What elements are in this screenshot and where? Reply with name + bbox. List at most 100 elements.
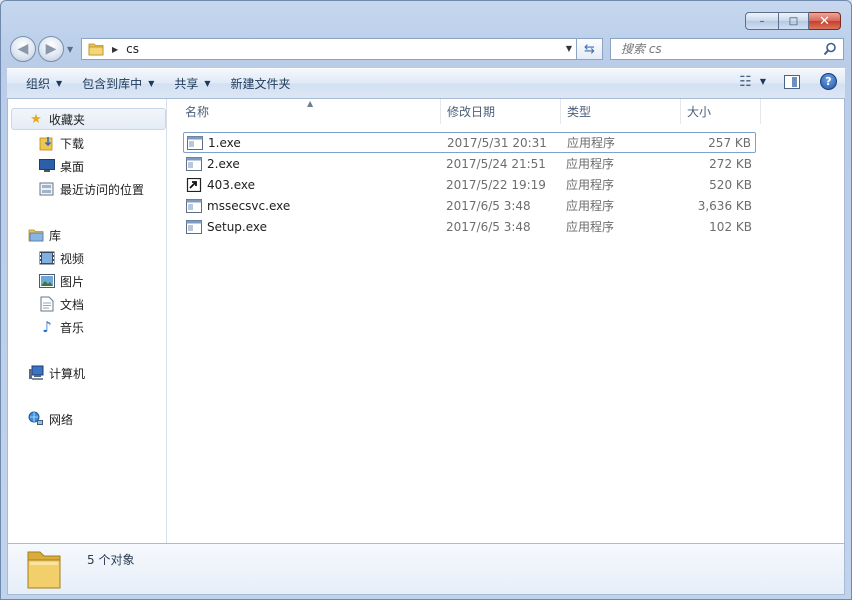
file-date: 2017/6/5 3:48 — [446, 198, 531, 213]
nav-computer[interactable]: 计算机 — [28, 362, 85, 384]
forward-button[interactable]: ▶ — [38, 36, 64, 62]
view-dropdown[interactable]: ▼ — [760, 77, 766, 86]
nav-libraries[interactable]: 库 — [28, 224, 61, 246]
details-pane: 5 个对象 — [7, 543, 845, 595]
preview-pane-icon[interactable] — [784, 74, 800, 89]
minimize-button[interactable]: – — [745, 12, 779, 30]
breadcrumb-arrow-icon[interactable]: ▶ — [112, 45, 118, 54]
column-size[interactable]: 大小 — [681, 99, 761, 124]
exe-window-icon — [186, 219, 202, 234]
column-date[interactable]: 修改日期 — [441, 99, 561, 124]
share-label: 共享 — [174, 77, 199, 91]
nav-videos[interactable]: 视频 — [39, 247, 84, 269]
nav-documents[interactable]: 文档 — [39, 293, 84, 315]
column-size-label: 大小 — [687, 105, 712, 119]
navigation-bar: ◀ ▶ ▼ ▶ cs ▼ ⇆ — [9, 36, 844, 62]
organize-menu[interactable]: 组织 ▼ — [16, 69, 72, 98]
recent-places-icon — [39, 181, 55, 197]
search-icon[interactable] — [823, 42, 837, 56]
content-area: ★ 收藏夹 下载 桌面 最近访问的位置 库 视频 图片 文档 ♪ 音乐 计算机 … — [7, 99, 845, 543]
file-type: 应用程序 — [566, 220, 615, 234]
refresh-button[interactable]: ⇆ — [577, 38, 603, 60]
address-dropdown[interactable]: ▼ — [566, 44, 572, 53]
nav-music[interactable]: ♪ 音乐 — [39, 316, 84, 338]
new-folder-label: 新建文件夹 — [230, 77, 291, 91]
file-size: 520 KB — [709, 177, 752, 192]
file-row[interactable]: mssecsvc.exe 2017/6/5 3:48 应用程序 3,636 KB — [183, 195, 756, 216]
nav-network[interactable]: 网络 — [28, 408, 73, 430]
nav-downloads[interactable]: 下载 — [39, 132, 84, 154]
chevron-down-icon: ▼ — [148, 79, 155, 88]
nav-pictures[interactable]: 图片 — [39, 270, 84, 292]
library-icon — [28, 227, 44, 243]
document-icon — [39, 296, 55, 312]
file-row[interactable]: 403.exe 2017/5/22 19:19 应用程序 520 KB — [183, 174, 756, 195]
new-folder-button[interactable]: 新建文件夹 — [221, 69, 301, 98]
explorer-window: – □ ✕ ◀ ▶ ▼ ▶ cs ▼ ⇆ 搜索 cs 组织 ▼ 包含到库中 ▼ … — [0, 0, 852, 600]
folder-icon — [88, 43, 104, 56]
recent-pages-dropdown[interactable]: ▼ — [67, 45, 73, 54]
file-name: 403.exe — [207, 177, 256, 192]
maximize-button[interactable]: □ — [779, 12, 809, 30]
back-button[interactable]: ◀ — [10, 36, 36, 62]
nav-downloads-label: 下载 — [60, 136, 85, 151]
file-row[interactable]: 1.exe 2017/5/31 20:31 应用程序 257 KB — [183, 132, 756, 153]
column-date-label: 修改日期 — [447, 105, 496, 119]
exe-window-icon — [186, 156, 202, 171]
file-size: 257 KB — [708, 135, 751, 150]
file-size: 3,636 KB — [697, 198, 752, 213]
navigation-pane: ★ 收藏夹 下载 桌面 最近访问的位置 库 视频 图片 文档 ♪ 音乐 计算机 … — [8, 99, 167, 543]
column-name[interactable]: 名称 — [169, 99, 441, 124]
nav-computer-label: 计算机 — [49, 366, 86, 381]
view-controls: ☷ ▼ ? — [739, 73, 837, 90]
file-size: 272 KB — [709, 156, 752, 171]
nav-desktop-label: 桌面 — [60, 159, 85, 174]
change-view-icon[interactable]: ☷ — [739, 74, 752, 90]
address-bar[interactable]: ▶ cs ▼ — [81, 38, 577, 60]
chevron-down-icon: ▼ — [204, 79, 211, 88]
star-icon: ★ — [30, 111, 42, 127]
column-type-label: 类型 — [567, 105, 592, 119]
file-row[interactable]: 2.exe 2017/5/24 21:51 应用程序 272 KB — [183, 153, 756, 174]
file-type: 应用程序 — [566, 199, 615, 213]
include-in-library-menu[interactable]: 包含到库中 ▼ — [72, 69, 164, 98]
file-list: ▲ 名称 修改日期 类型 大小 1.exe 2017/5/31 20:31 应用… — [168, 99, 844, 543]
nav-libraries-label: 库 — [49, 228, 62, 243]
close-button[interactable]: ✕ — [809, 12, 841, 30]
nav-music-label: 音乐 — [60, 320, 85, 335]
search-input[interactable] — [621, 42, 821, 56]
file-date: 2017/5/24 21:51 — [446, 156, 546, 171]
refresh-icon: ⇆ — [584, 41, 595, 57]
include-in-library-label: 包含到库中 — [82, 77, 143, 91]
file-name: mssecsvc.exe — [207, 198, 291, 213]
exe-custom-icon — [186, 177, 202, 192]
chevron-down-icon: ▼ — [56, 79, 63, 88]
nav-documents-label: 文档 — [60, 297, 85, 312]
nav-favorites-label: 收藏夹 — [49, 112, 86, 127]
column-name-label: 名称 — [185, 105, 210, 119]
command-bar: 组织 ▼ 包含到库中 ▼ 共享 ▼ 新建文件夹 ☷ ▼ ? — [7, 68, 845, 99]
file-type: 应用程序 — [566, 178, 615, 192]
nav-recent-places-label: 最近访问的位置 — [60, 182, 145, 197]
file-name: 2.exe — [207, 156, 240, 171]
computer-icon — [28, 365, 44, 381]
nav-recent-places[interactable]: 最近访问的位置 — [39, 178, 144, 200]
column-type[interactable]: 类型 — [561, 99, 681, 124]
network-icon — [28, 411, 44, 427]
file-name: Setup.exe — [207, 219, 268, 234]
breadcrumb-folder[interactable]: cs — [126, 42, 139, 56]
file-date: 2017/5/22 19:19 — [446, 177, 546, 192]
nav-network-label: 网络 — [49, 412, 74, 427]
help-icon[interactable]: ? — [820, 73, 837, 90]
search-box[interactable] — [610, 38, 844, 60]
file-row[interactable]: Setup.exe 2017/6/5 3:48 应用程序 102 KB — [183, 216, 756, 237]
nav-videos-label: 视频 — [60, 251, 85, 266]
exe-window-icon — [186, 198, 202, 213]
desktop-icon — [39, 158, 55, 174]
nav-favorites[interactable]: ★ 收藏夹 — [11, 108, 166, 130]
caption-buttons: – □ ✕ — [745, 12, 841, 30]
nav-desktop[interactable]: 桌面 — [39, 155, 84, 177]
share-menu[interactable]: 共享 ▼ — [164, 69, 220, 98]
file-date: 2017/5/31 20:31 — [447, 135, 547, 150]
item-count: 5 个对象 — [87, 553, 135, 567]
